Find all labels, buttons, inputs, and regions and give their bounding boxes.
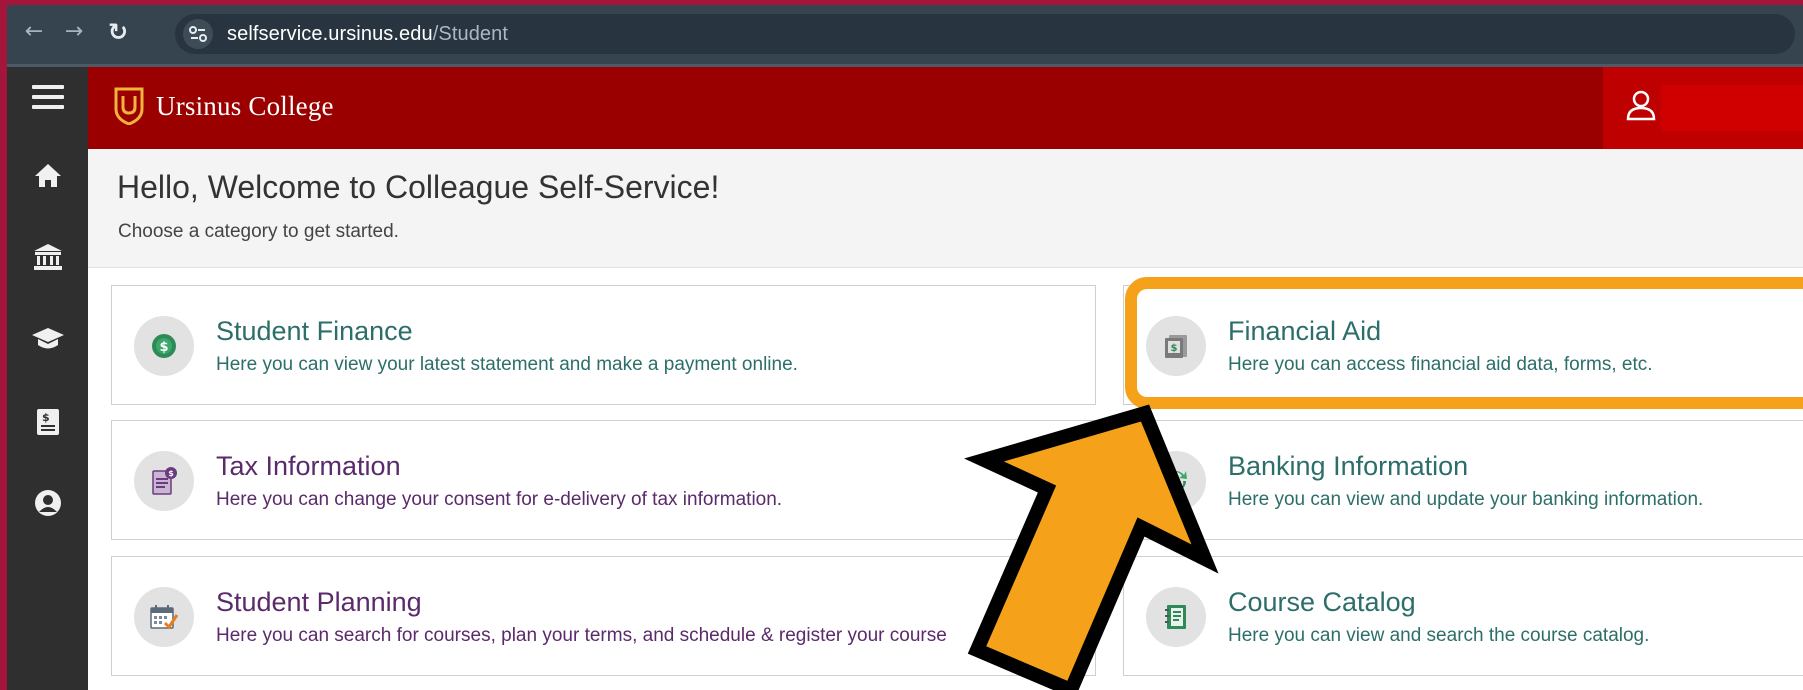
graduation-cap-icon: [31, 328, 64, 349]
brand-name: Ursinus College: [156, 90, 334, 121]
card-description: Here you can view and search the course …: [1228, 625, 1650, 646]
sidebar: $: [7, 67, 88, 690]
tax-document-icon: $: [134, 451, 194, 511]
arrow-left-icon[interactable]: ←: [19, 17, 49, 47]
tune-icon[interactable]: [183, 19, 213, 49]
card-banking-information[interactable]: Banking Information Here you can view an…: [1123, 420, 1803, 540]
user-circle-icon: [34, 490, 61, 516]
browser-window: ← → ↻ selfservice.ursinus.edu/Student $ …: [7, 5, 1803, 690]
welcome-panel: Hello, Welcome to Colleague Self-Service…: [88, 149, 1803, 268]
svg-text:$: $: [42, 411, 50, 424]
user-name-redacted: [1661, 85, 1803, 131]
arrow-right-icon[interactable]: →: [59, 17, 89, 47]
sidebar-item-profile[interactable]: [7, 473, 88, 533]
user-icon: [1626, 90, 1656, 121]
brand-logo[interactable]: Ursinus College: [114, 87, 334, 125]
card-course-catalog[interactable]: Course Catalog Here you can view and sea…: [1123, 556, 1803, 676]
bank-transfer-icon: [1146, 451, 1206, 511]
browser-toolbar: ← → ↻ selfservice.ursinus.edu/Student: [7, 5, 1803, 67]
card-title: Banking Information: [1228, 451, 1469, 481]
card-title: Student Planning: [216, 587, 422, 617]
card-description: Here you can view and update your bankin…: [1228, 489, 1704, 510]
dollar-coin-icon: $: [134, 316, 194, 376]
highlight-box: [1125, 277, 1803, 409]
url-text[interactable]: selfservice.ursinus.edu/Student: [227, 14, 508, 54]
bank-icon: [33, 244, 62, 270]
card-description: Here you can search for courses, plan yo…: [216, 625, 947, 646]
card-title: Student Finance: [216, 316, 413, 346]
sidebar-item-finance[interactable]: [7, 227, 88, 287]
home-icon: [34, 164, 61, 187]
sidebar-item-statements[interactable]: $: [7, 392, 88, 452]
card-student-planning[interactable]: Student Planning Here you can search for…: [111, 556, 1096, 676]
url-domain: selfservice.ursinus.edu: [227, 23, 433, 45]
address-bar[interactable]: selfservice.ursinus.edu/Student: [175, 14, 1795, 54]
card-tax-information[interactable]: $ Tax Information Here you can change yo…: [111, 420, 1096, 540]
menu-icon: [31, 85, 64, 109]
reload-icon[interactable]: ↻: [103, 17, 133, 47]
sidebar-item-academics[interactable]: [7, 309, 88, 369]
receipt-icon: $: [36, 409, 59, 435]
catalog-book-icon: [1146, 587, 1206, 647]
page-subtitle: Choose a category to get started.: [118, 221, 399, 242]
sidebar-item-home[interactable]: [7, 145, 88, 205]
app-header: Ursinus College: [88, 67, 1803, 149]
card-title: Tax Information: [216, 451, 401, 481]
svg-text:$: $: [159, 340, 168, 355]
svg-text:$: $: [168, 469, 174, 478]
card-description: Here you can view your latest statement …: [216, 354, 798, 375]
url-path: /Student: [432, 23, 509, 45]
card-description: Here you can change your consent for e-d…: [216, 489, 783, 510]
ursinus-shield-icon: [114, 87, 144, 125]
user-menu[interactable]: [1603, 67, 1803, 149]
card-title: Course Catalog: [1228, 587, 1416, 617]
card-student-finance[interactable]: $ Student Finance Here you can view your…: [111, 285, 1096, 405]
calendar-check-icon: [134, 587, 194, 647]
page-title: Hello, Welcome to Colleague Self-Service…: [117, 169, 720, 205]
menu-button[interactable]: [7, 67, 88, 127]
